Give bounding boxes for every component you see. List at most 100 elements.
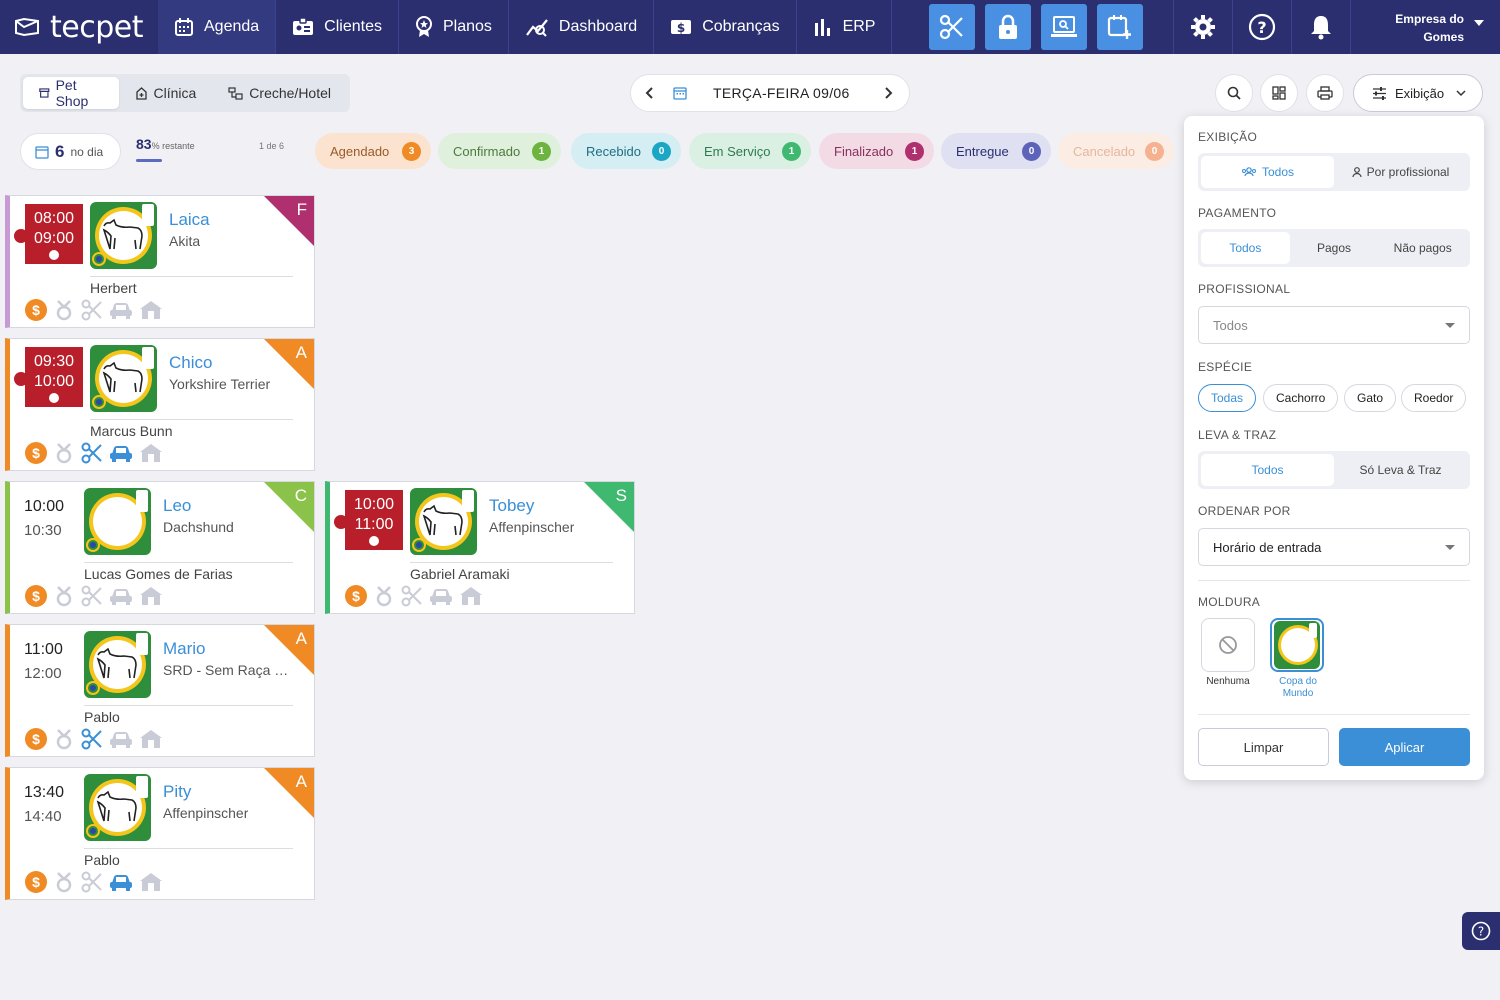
appointment-card[interactable]: A 09:30 10:00 Chico Yorkshire Terrier Marcus … xyxy=(5,338,315,471)
scissors-icon[interactable] xyxy=(81,728,103,750)
scissors-icon[interactable] xyxy=(81,299,103,321)
status-filter-em-servi-o[interactable]: Em Serviço 1 xyxy=(689,133,811,169)
prev-day-button[interactable] xyxy=(631,86,669,100)
car-icon[interactable] xyxy=(109,586,133,606)
pet-name[interactable]: Mario xyxy=(163,639,206,659)
logo[interactable]: tecpet xyxy=(0,0,158,54)
appointment-card[interactable]: F 08:00 09:00 Laica Akita Herbert $ xyxy=(5,195,315,328)
bath-icon[interactable] xyxy=(373,585,395,607)
scissors-icon[interactable] xyxy=(81,871,103,893)
bath-icon[interactable] xyxy=(53,585,75,607)
scissors-icon[interactable] xyxy=(81,585,103,607)
next-day-button[interactable] xyxy=(873,86,903,100)
status-filter-cancelado[interactable]: Cancelado 0 xyxy=(1058,133,1174,169)
quick-search-screen-button[interactable] xyxy=(1041,4,1087,50)
ordenar-select[interactable]: Horário de entrada xyxy=(1198,528,1470,566)
quick-lock-button[interactable] xyxy=(985,4,1031,50)
settings-button[interactable] xyxy=(1173,0,1231,54)
pet-name[interactable]: Laica xyxy=(169,210,210,230)
frame-copa-option[interactable] xyxy=(1270,618,1324,672)
appointment-card[interactable]: A 11:00 12:00 Mario SRD - Sem Raça Defi... Pa… xyxy=(5,624,315,757)
quick-grooming-button[interactable] xyxy=(929,4,975,50)
help-chat-button[interactable]: ? xyxy=(1462,912,1500,950)
nav-planos[interactable]: Planos xyxy=(399,0,509,54)
bath-icon[interactable] xyxy=(53,299,75,321)
status-filter-entregue[interactable]: Entregue 0 xyxy=(941,133,1051,169)
payment-coin-icon[interactable]: $ xyxy=(25,442,47,464)
bath-icon[interactable] xyxy=(53,871,75,893)
company-menu[interactable]: Empresa do Gomes xyxy=(1395,10,1484,46)
pagamento-todos-option[interactable]: Todos xyxy=(1201,232,1290,264)
apply-button[interactable]: Aplicar xyxy=(1339,728,1470,766)
profissional-select[interactable]: Todos xyxy=(1198,306,1470,344)
nav-dashboard[interactable]: Dashboard xyxy=(509,0,655,54)
bath-icon[interactable] xyxy=(53,442,75,464)
pet-photo[interactable] xyxy=(410,488,477,555)
car-icon[interactable] xyxy=(109,872,133,892)
payment-coin-icon[interactable]: $ xyxy=(25,299,47,321)
exibicao-todos-option[interactable]: Todos xyxy=(1201,156,1334,188)
payment-coin-icon[interactable]: $ xyxy=(345,585,367,607)
nav-erp[interactable]: ERP xyxy=(797,0,893,54)
pet-name[interactable]: Pity xyxy=(163,782,191,802)
payment-coin-icon[interactable]: $ xyxy=(25,871,47,893)
status-filter-finalizado[interactable]: Finalizado 1 xyxy=(819,133,934,169)
car-icon[interactable] xyxy=(109,443,133,463)
pagamento-nao-pagos-option[interactable]: Não pagos xyxy=(1378,232,1467,264)
scissors-icon[interactable] xyxy=(81,442,103,464)
home-icon[interactable] xyxy=(139,586,163,606)
appointment-card[interactable]: A 13:40 14:40 Pity Affenpinscher Pablo $ xyxy=(5,767,315,900)
appointment-card[interactable]: C 10:00 10:30 Leo Dachshund Lucas Gomes de Fa… xyxy=(5,481,315,614)
home-icon[interactable] xyxy=(459,586,483,606)
leva-traz-so-option[interactable]: Só Leva & Traz xyxy=(1334,454,1467,486)
especie-gato-chip[interactable]: Gato xyxy=(1344,384,1397,412)
tab-creche-hotel[interactable]: Creche/Hotel xyxy=(212,77,347,109)
especie-todas-chip[interactable]: Todas xyxy=(1198,384,1257,412)
pet-name[interactable]: Leo xyxy=(163,496,191,516)
nav-clientes[interactable]: Clientes xyxy=(276,0,399,54)
home-icon[interactable] xyxy=(139,300,163,320)
especie-roedor-chip[interactable]: Roedor xyxy=(1401,384,1467,412)
tab-clinica[interactable]: Clínica xyxy=(119,77,213,109)
pet-name[interactable]: Chico xyxy=(169,353,212,373)
print-button[interactable] xyxy=(1306,74,1344,112)
status-filter-recebido[interactable]: Recebido 0 xyxy=(571,133,681,169)
car-icon[interactable] xyxy=(109,300,133,320)
search-button[interactable] xyxy=(1215,74,1253,112)
especie-cachorro-chip[interactable]: Cachorro xyxy=(1263,384,1339,412)
pet-photo[interactable] xyxy=(90,345,157,412)
tab-pet-shop[interactable]: Pet Shop xyxy=(23,77,119,109)
frame-none-option[interactable] xyxy=(1201,618,1255,672)
home-icon[interactable] xyxy=(139,872,163,892)
help-button[interactable]: ? xyxy=(1232,0,1290,54)
nav-agenda[interactable]: Agenda xyxy=(158,0,277,54)
payment-coin-icon[interactable]: $ xyxy=(25,728,47,750)
leva-traz-todos-option[interactable]: Todos xyxy=(1201,454,1334,486)
bath-icon[interactable] xyxy=(53,728,75,750)
nav-cobrancas[interactable]: $ Cobranças xyxy=(654,0,797,54)
status-filter-agendado[interactable]: Agendado 3 xyxy=(315,133,431,169)
status-filter-confirmado[interactable]: Confirmado 1 xyxy=(438,133,561,169)
pet-photo[interactable] xyxy=(90,202,157,269)
home-icon[interactable] xyxy=(139,729,163,749)
quick-new-appointment-button[interactable] xyxy=(1097,4,1143,50)
clear-button[interactable]: Limpar xyxy=(1198,728,1329,766)
exibicao-button[interactable]: Exibição xyxy=(1353,74,1483,112)
car-icon[interactable] xyxy=(109,729,133,749)
appointment-card[interactable]: S 10:00 11:00 Tobey Affenpinscher Gabriel Ara… xyxy=(325,481,635,614)
home-icon[interactable] xyxy=(139,443,163,463)
scissors-icon[interactable] xyxy=(401,585,423,607)
layout-button[interactable] xyxy=(1260,74,1298,112)
pagamento-pagos-option[interactable]: Pagos xyxy=(1290,232,1379,264)
exibicao-por-profissional-option[interactable]: Por profissional xyxy=(1334,156,1467,188)
notifications-button[interactable] xyxy=(1291,0,1349,54)
pet-photo[interactable] xyxy=(84,774,151,841)
current-date[interactable]: TERÇA-FEIRA 09/06 xyxy=(713,85,873,101)
pet-photo[interactable] xyxy=(84,488,151,555)
car-icon[interactable] xyxy=(429,586,453,606)
pet-photo[interactable] xyxy=(84,631,151,698)
payment-coin-icon[interactable]: $ xyxy=(25,585,47,607)
pet-name[interactable]: Tobey xyxy=(489,496,534,516)
calendar-icon[interactable] xyxy=(673,86,687,100)
page-indicator[interactable]: 1 de 6 xyxy=(259,141,284,151)
